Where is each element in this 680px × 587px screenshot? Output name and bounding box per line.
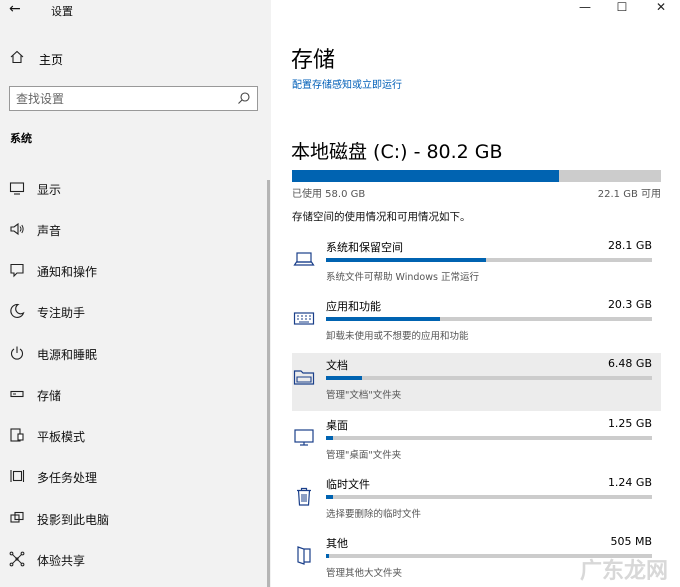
sidebar-item-label: 声音 (37, 224, 62, 238)
close-button[interactable]: ✕ (644, 0, 678, 20)
category-desktop[interactable]: 桌面 1.25 GB 管理"桌面"文件夹 (292, 413, 661, 471)
category-size: 505 MB (610, 535, 652, 548)
category-subtitle: 系统文件可帮助 Windows 正常运行 (326, 272, 479, 283)
category-subtitle: 卸载未使用或不想要的应用和功能 (326, 331, 469, 342)
disk-usage-bar (292, 170, 661, 182)
multitask-icon (10, 470, 25, 482)
sidebar-item-label: 平板模式 (37, 430, 86, 444)
keyboard-icon (293, 312, 315, 325)
storage-icon (10, 390, 24, 398)
back-button[interactable]: ← (9, 1, 21, 17)
storage-sense-link[interactable]: 配置存储感知或立即运行 (292, 76, 402, 91)
sidebar-item-label: 存储 (37, 389, 62, 403)
category-subtitle: 管理其他大文件夹 (326, 568, 403, 579)
sidebar-item-label: 通知和操作 (37, 265, 98, 279)
folder-icon (293, 370, 315, 385)
category-size: 6.48 GB (607, 357, 652, 370)
sidebar-item-storage[interactable]: 存储 (0, 379, 262, 409)
title-bar-left: ← 设置 (0, 0, 271, 22)
sidebar-item-label: 专注助手 (37, 306, 86, 320)
disk-title: 本地磁盘 (C:) - 80.2 GB (291, 141, 503, 163)
category-bar-fill (326, 495, 334, 499)
page-title: 存储 (291, 48, 336, 73)
category-subtitle: 管理"文档"文件夹 (326, 390, 402, 401)
sidebar-item-display[interactable]: 显示 (0, 173, 262, 203)
moon-icon (10, 303, 25, 319)
search-box (9, 86, 258, 111)
sidebar-item-multitasking[interactable]: 多任务处理 (0, 461, 262, 491)
minimize-button[interactable]: — (568, 0, 602, 20)
category-apps-features[interactable]: 应用和功能 20.3 GB 卸载未使用或不想要的应用和功能 (292, 294, 661, 352)
category-size: 1.24 GB (607, 476, 652, 489)
category-name: 桌面 (326, 419, 348, 432)
laptop-icon (293, 252, 315, 266)
category-bar-fill (326, 317, 441, 321)
sidebar-item-tablet-mode[interactable]: 平板模式 (0, 420, 262, 450)
search-input[interactable] (10, 87, 230, 110)
sidebar: ← 设置 主页 系统 显示 声音 通知和操作 专注助手 电源和睡眠 存储 平板模… (0, 0, 271, 587)
disk-used-label: 已使用 58.0 GB (292, 189, 366, 200)
trash-icon (297, 487, 311, 506)
section-heading: 系统 (10, 132, 32, 145)
category-size: 28.1 GB (607, 239, 652, 252)
sidebar-item-power[interactable]: 电源和睡眠 (0, 338, 262, 368)
category-documents[interactable]: 文档 6.48 GB 管理"文档"文件夹 (292, 353, 661, 411)
sidebar-item-home[interactable]: 主页 (0, 44, 271, 72)
maximize-button[interactable]: ☐ (605, 0, 639, 20)
category-name: 应用和功能 (326, 300, 381, 313)
other-icon (297, 546, 311, 565)
sidebar-item-label: 主页 (39, 53, 64, 67)
desktop-icon (294, 429, 314, 446)
category-temp-files[interactable]: 临时文件 1.24 GB 选择要删除的临时文件 (292, 472, 661, 530)
sidebar-item-label: 体验共享 (37, 554, 86, 568)
disk-available-label: 22.1 GB 可用 (597, 189, 661, 200)
window-title: 设置 (51, 5, 73, 18)
category-bar (326, 258, 652, 262)
category-bar (326, 436, 652, 440)
category-bar-fill (326, 554, 330, 558)
tablet-icon (10, 428, 24, 442)
category-bar-fill (326, 436, 334, 440)
monitor-icon (9, 182, 25, 195)
sidebar-item-label: 电源和睡眠 (37, 348, 98, 362)
disk-usage-fill (292, 170, 560, 182)
sidebar-item-notifications[interactable]: 通知和操作 (0, 255, 262, 285)
share-icon (9, 551, 25, 567)
category-subtitle: 管理"桌面"文件夹 (326, 450, 402, 461)
notification-icon (10, 263, 24, 278)
speaker-icon (10, 222, 24, 236)
category-bar (326, 495, 652, 499)
home-icon (10, 50, 24, 64)
storage-description: 存储空间的使用情况和可用情况如下。 (292, 211, 471, 223)
watermark: 广东龙网 (579, 559, 668, 584)
category-subtitle: 选择要删除的临时文件 (326, 509, 422, 520)
category-name: 系统和保留空间 (326, 241, 403, 254)
sidebar-item-label: 多任务处理 (37, 471, 98, 485)
category-name: 临时文件 (326, 478, 370, 491)
sidebar-scrollbar[interactable] (267, 180, 270, 587)
project-icon (10, 511, 24, 523)
main-content: — ☐ ✕ 存储 配置存储感知或立即运行 本地磁盘 (C:) - 80.2 GB… (271, 0, 680, 587)
category-name: 文档 (326, 359, 348, 372)
category-bar-fill (326, 258, 486, 262)
sidebar-item-label: 投影到此电脑 (37, 513, 110, 527)
sidebar-item-label: 显示 (37, 183, 62, 197)
category-size: 1.25 GB (607, 417, 652, 430)
sidebar-item-focus-assist[interactable]: 专注助手 (0, 296, 262, 326)
category-system-reserved[interactable]: 系统和保留空间 28.1 GB 系统文件可帮助 Windows 正常运行 (292, 235, 661, 293)
search-icon[interactable] (237, 91, 251, 105)
sidebar-item-sound[interactable]: 声音 (0, 214, 262, 244)
category-bar (326, 317, 652, 321)
category-size: 20.3 GB (607, 298, 652, 311)
category-bar-fill (326, 376, 362, 380)
category-bar (326, 376, 652, 380)
sidebar-item-shared-experiences[interactable]: 体验共享 (0, 544, 262, 574)
power-icon (10, 346, 24, 360)
sidebar-item-project[interactable]: 投影到此电脑 (0, 503, 262, 533)
category-name: 其他 (326, 537, 348, 550)
